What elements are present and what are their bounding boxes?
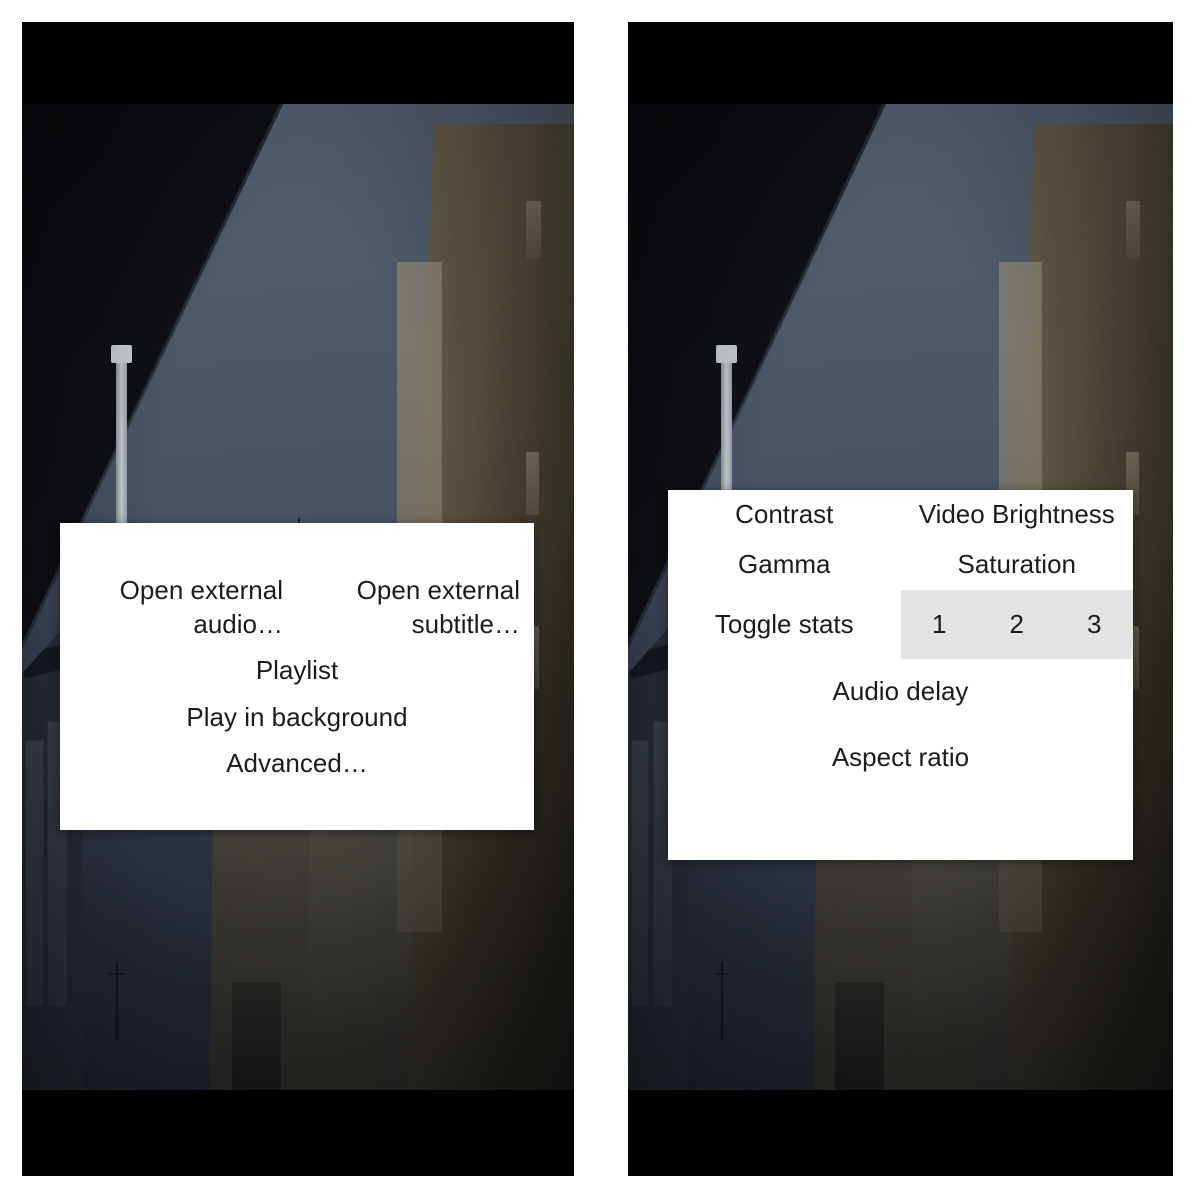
right-letterbox-bottom: [628, 1090, 1173, 1176]
menu-row-playlist: Playlist: [60, 647, 534, 693]
video-row-toggle-stats: Toggle stats 1 2 3: [668, 589, 1134, 660]
left-phone-screen: Open external audio… Open external subti…: [22, 22, 574, 1176]
foreground-chimney: [835, 981, 885, 1090]
video-row-gamma-saturation: Gamma Saturation: [668, 540, 1133, 590]
menu-item-open-external-audio[interactable]: Open external audio…: [60, 567, 297, 648]
menu-item-toggle-stats[interactable]: Toggle stats: [668, 590, 901, 660]
left-letterbox-bottom: [22, 1090, 574, 1176]
menu-row-advanced: Advanced…: [60, 740, 534, 786]
toggle-stats-segment-3[interactable]: 3: [1056, 590, 1134, 660]
screenshot-canvas: Open external audio… Open external subti…: [0, 0, 1200, 1200]
menu-item-contrast[interactable]: Contrast: [668, 490, 901, 540]
video-options-dialog[interactable]: Contrast Video Brightness Gamma Saturati…: [668, 490, 1133, 860]
right-phone-screen: Contrast Video Brightness Gamma Saturati…: [628, 22, 1173, 1176]
left-video-surface[interactable]: Open external audio… Open external subti…: [22, 104, 574, 1090]
menu-item-video-brightness[interactable]: Video Brightness: [901, 490, 1134, 540]
open-options-dialog[interactable]: Open external audio… Open external subti…: [60, 523, 534, 830]
menu-item-aspect-ratio[interactable]: Aspect ratio: [668, 725, 1133, 791]
video-row-aspect-ratio: Aspect ratio: [668, 725, 1133, 791]
menu-item-play-in-background[interactable]: Play in background: [60, 694, 534, 740]
right-letterbox-top: [628, 22, 1173, 104]
window-shutter: [631, 739, 650, 1007]
menu-row-play-in-background: Play in background: [60, 694, 534, 740]
tv-antenna: [109, 961, 125, 1041]
tv-antenna: [714, 961, 730, 1041]
video-row-contrast-brightness: Contrast Video Brightness: [668, 490, 1133, 540]
open-options-menu: Open external audio… Open external subti…: [60, 523, 534, 830]
stone-corbel: [526, 201, 541, 259]
right-video-surface[interactable]: Contrast Video Brightness Gamma Saturati…: [628, 104, 1173, 1090]
menu-item-playlist[interactable]: Playlist: [60, 647, 534, 693]
menu-item-open-external-subtitle[interactable]: Open external subtitle…: [297, 567, 534, 648]
menu-item-saturation[interactable]: Saturation: [901, 540, 1134, 590]
window-shutter: [25, 739, 44, 1007]
toggle-stats-segment-group[interactable]: 1 2 3: [900, 589, 1134, 660]
left-letterbox-top: [22, 22, 574, 104]
menu-item-gamma[interactable]: Gamma: [668, 540, 901, 590]
menu-item-advanced[interactable]: Advanced…: [60, 740, 534, 786]
toggle-stats-segment-2[interactable]: 2: [978, 590, 1056, 660]
toggle-stats-segment-1[interactable]: 1: [901, 590, 979, 660]
foreground-chimney: [231, 981, 282, 1090]
menu-item-audio-delay[interactable]: Audio delay: [668, 659, 1133, 725]
menu-row-external: Open external audio… Open external subti…: [60, 567, 534, 648]
stone-corbel: [1125, 201, 1141, 259]
stone-corbel: [526, 452, 540, 516]
video-row-audio-delay: Audio delay: [668, 659, 1133, 725]
